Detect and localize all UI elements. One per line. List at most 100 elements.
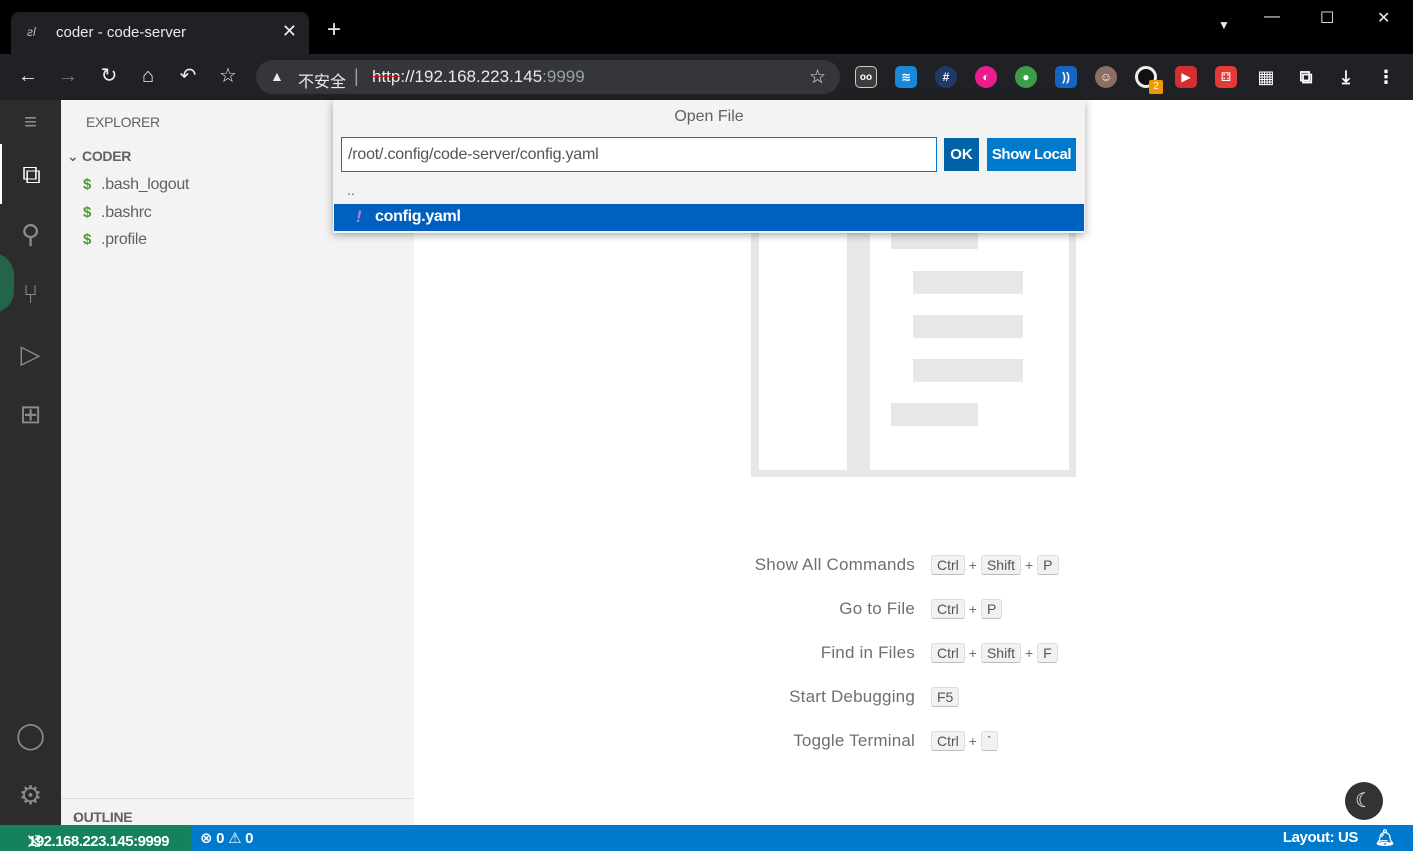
close-window-button[interactable]: ✕ [1377, 8, 1390, 28]
extension-red-play-icon[interactable]: ▶ [1175, 66, 1197, 88]
file-bashrc[interactable]: $ .bashrc [83, 204, 152, 222]
status-bar: ⤭ 192.168.223.145:9999 ⊗ 0 ⚠ 0 Layout: U… [0, 825, 1413, 851]
key: ` [980, 731, 998, 751]
shortcut-keys: Ctrl + Shift + P [931, 555, 1059, 575]
address-bar[interactable]: ▲ 不安全 | http://192.168.223.145:9999 ☆ [256, 60, 840, 94]
url-port: :9999 [542, 67, 585, 86]
browser-tab[interactable]: ƨl coder - code-server ✕ [11, 12, 309, 54]
tab-close-icon[interactable]: ✕ [282, 21, 297, 42]
maximize-button[interactable]: ☐ [1320, 8, 1334, 28]
outline-label: OUTLINE [73, 809, 133, 825]
extensions-icon[interactable]: ⊞ [0, 384, 61, 444]
activity-bar: ≡ ⧉ ⚲ ⑂ ▷ ⊞ ◯ ⚙ [0, 100, 61, 825]
key: Shift [980, 555, 1021, 575]
open-file-dialog: Open File /root/.config/code-server/conf… [333, 100, 1085, 233]
theme-toggle-moon-icon[interactable]: ☾ [1345, 782, 1383, 820]
watermark-line [913, 271, 1023, 294]
url-scheme: http [372, 67, 401, 86]
shortcut-keys: Ctrl + Shift + F [931, 643, 1058, 663]
bookmark-star-icon[interactable]: ☆ [216, 65, 240, 87]
problems-indicator[interactable]: ⊗ 0 ⚠ 0 [200, 829, 253, 847]
keyboard-layout-indicator[interactable]: Layout: US [1283, 829, 1359, 846]
extension-pink-icon[interactable]: ◐ [975, 66, 997, 88]
file-label: .bashrc [101, 204, 152, 221]
explorer-icon[interactable]: ⧉ [0, 144, 61, 204]
folder-coder[interactable]: ⌄ CODER [67, 148, 131, 165]
remote-indicator[interactable]: ⤭ 192.168.223.145:9999 [0, 825, 191, 851]
notification-bell-icon[interactable]: 🔔︎ [1375, 828, 1395, 848]
url-text: http://192.168.223.145:9999 [372, 67, 585, 87]
extension-blue-icon[interactable]: ≋ [895, 66, 917, 88]
key: P [980, 599, 1003, 619]
shortcut-keys: F5 [931, 687, 960, 707]
omnibox-divider: | [354, 66, 359, 86]
key: Ctrl [931, 555, 965, 575]
shortcut-label: Go to File [839, 599, 915, 618]
undo-icon[interactable]: ↶ [176, 65, 200, 87]
watermark-right-panel [870, 220, 1069, 470]
show-local-button[interactable]: Show Local [987, 138, 1076, 171]
file-path-input[interactable]: /root/.config/code-server/config.yaml [341, 137, 937, 172]
url-host: ://192.168.223.145 [400, 67, 543, 86]
sidebar-header: EXPLORER [86, 114, 160, 130]
forward-icon[interactable]: → [56, 65, 80, 87]
remote-address: 192.168.223.145:9999 [28, 833, 169, 850]
parent-directory-item[interactable]: .. [347, 182, 355, 198]
yaml-file-icon: ! [356, 207, 362, 226]
extension-hash-icon[interactable]: # [935, 66, 957, 88]
error-count: 0 [216, 830, 225, 847]
security-label: 不安全 [298, 74, 347, 91]
watermark-left-panel [759, 220, 847, 470]
error-icon: ⊗ [200, 830, 213, 847]
run-debug-icon[interactable]: ▷ [0, 324, 61, 384]
extension-signal-icon[interactable]: )) [1055, 66, 1077, 88]
back-icon[interactable]: ← [16, 65, 40, 87]
outline-section[interactable]: › OUTLINE [61, 798, 414, 825]
minimize-button[interactable]: — [1264, 8, 1280, 26]
shortcut-label: Toggle Terminal [793, 731, 915, 750]
extension-dice-icon[interactable]: ⚃ [1215, 66, 1237, 88]
extension-grid-icon[interactable]: ▦ [1255, 66, 1277, 88]
chrome-menu-icon[interactable]: ⋮ [1375, 66, 1397, 88]
extension-crop-icon[interactable]: ⧉ [1295, 66, 1317, 88]
watermark-line [913, 315, 1023, 338]
shell-file-icon: $ [83, 204, 92, 221]
menu-icon[interactable]: ≡ [0, 100, 61, 144]
key: F5 [931, 687, 960, 707]
extension-badge: 2 [1149, 80, 1163, 94]
key: F [1037, 643, 1058, 663]
shortcut-label: Find in Files [820, 643, 915, 662]
warning-count: 0 [245, 830, 254, 847]
file-bash-logout[interactable]: $ .bash_logout [83, 176, 189, 194]
extension-glasses-icon[interactable]: oo [855, 66, 877, 88]
file-list-item-selected[interactable]: ! config.yaml [334, 204, 1084, 231]
file-label: .profile [101, 231, 147, 248]
ok-button[interactable]: OK [944, 138, 979, 171]
browser-tab-strip: ƨl coder - code-server ✕ + ▼ — ☐ ✕ [0, 0, 1413, 54]
bookmark-page-icon[interactable]: ☆ [809, 66, 826, 89]
reload-icon[interactable]: ↻ [97, 65, 121, 87]
search-icon[interactable]: ⚲ [0, 204, 61, 264]
key: Ctrl [931, 731, 965, 751]
home-icon[interactable]: ⌂ [136, 65, 160, 87]
extension-face-icon[interactable]: ☺ [1095, 66, 1117, 88]
key: P [1037, 555, 1059, 575]
download-icon[interactable]: ⤓ [1335, 66, 1357, 88]
account-icon[interactable]: ◯ [0, 705, 61, 765]
extension-color-icon[interactable]: ● [1015, 66, 1037, 88]
browser-toolbar: ← → ↻ ⌂ ↶ ☆ ▲ 不安全 | http://192.168.223.1… [0, 54, 1413, 100]
key: Shift [980, 643, 1021, 663]
file-label: .bash_logout [101, 176, 190, 193]
code-server-favicon-icon: ƨl [27, 25, 36, 39]
shell-file-icon: $ [83, 231, 92, 248]
new-tab-button[interactable]: + [327, 18, 341, 42]
shortcut-label: Start Debugging [789, 687, 915, 706]
watermark-line [891, 403, 978, 426]
settings-gear-icon[interactable]: ⚙ [0, 765, 61, 825]
warning-icon: ▲ [270, 68, 284, 84]
chevron-down-icon: ⌄ [67, 148, 83, 164]
shortcut-keys: Ctrl + P [931, 599, 1003, 619]
dialog-title: Open File [674, 108, 744, 125]
tab-search-dropdown-icon[interactable]: ▼ [1218, 18, 1230, 32]
file-profile[interactable]: $ .profile [83, 231, 147, 249]
